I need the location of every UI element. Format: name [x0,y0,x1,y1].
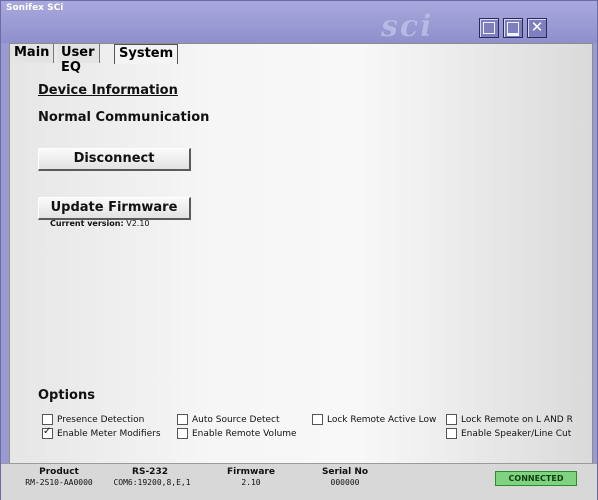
rs232-value: COM6:19200,8,E,1 [113,478,191,487]
tab-main[interactable]: Main [10,44,55,63]
lock-remote-active-low-checkbox[interactable] [312,414,323,425]
lock-remote-on-l-and-r-checkbox[interactable] [446,414,457,425]
checkmark-icon: ✓ [43,426,52,437]
sci-logo: sci [381,9,434,44]
auto-source-detect-checkbox[interactable] [177,414,188,425]
tab-user-eq[interactable]: User EQ [57,44,100,75]
enable-meter-modifiers-checkbox[interactable]: ✓ [42,426,53,439]
close-icon: ✕ [530,18,544,36]
options-heading: Options [38,388,95,403]
title-bar[interactable]: Sonifex SCi sci ✕ [1,1,597,44]
enable-remote-volume-label: Enable Remote Volume [192,429,297,439]
presence-detection-checkbox[interactable] [42,414,53,425]
minimize-icon [507,22,519,36]
enable-meter-modifiers-label: Enable Meter Modifiers [57,429,161,439]
firmware-value: 2.10 [241,478,261,487]
connection-status-badge: CONNECTED [495,471,577,486]
device-information-heading: Device Information [38,83,178,98]
app-window: Sonifex SCi sci ✕ Main User EQ System De… [0,0,598,500]
serial-no-label: Serial No [321,467,369,477]
window-title: Sonifex SCi [6,3,64,13]
product-value: RM-2S10-AA0000 [25,478,93,487]
current-version-value: V2.10 [126,219,150,228]
firmware-label: Firmware [227,467,275,477]
minimize-button[interactable] [503,18,523,38]
enable-speaker-line-cut-label: Enable Speaker/Line Cut [461,429,572,439]
communication-status: Normal Communication [38,110,210,125]
lock-remote-on-l-and-r-label: Lock Remote on L AND R [461,415,573,425]
update-firmware-button[interactable]: Update Firmware [38,197,191,220]
presence-detection-label: Presence Detection [57,415,145,425]
lock-remote-active-low-label: Lock Remote Active Low [327,415,437,425]
product-label: Product [39,467,79,477]
main-panel: Main User EQ System Device Information N… [9,43,593,489]
status-bar: Product RM-2S10-AA0000 RS-232 COM6:19200… [1,463,597,500]
rs232-label: RS-232 [132,467,168,477]
current-version-label: Current version: [50,219,124,228]
tab-system[interactable]: System [114,44,179,64]
auto-source-detect-label: Auto Source Detect [192,415,280,425]
restore-icon [483,22,495,34]
close-button[interactable]: ✕ [527,18,547,38]
current-version: Current version: V2.10 [50,219,150,228]
system-page: Device Information Normal Communication … [16,63,586,486]
serial-no-value: 000000 [330,478,360,487]
restore-button[interactable] [479,18,499,38]
disconnect-button[interactable]: Disconnect [38,148,191,171]
enable-speaker-line-cut-checkbox[interactable] [446,428,457,439]
enable-remote-volume-checkbox[interactable] [177,428,188,439]
